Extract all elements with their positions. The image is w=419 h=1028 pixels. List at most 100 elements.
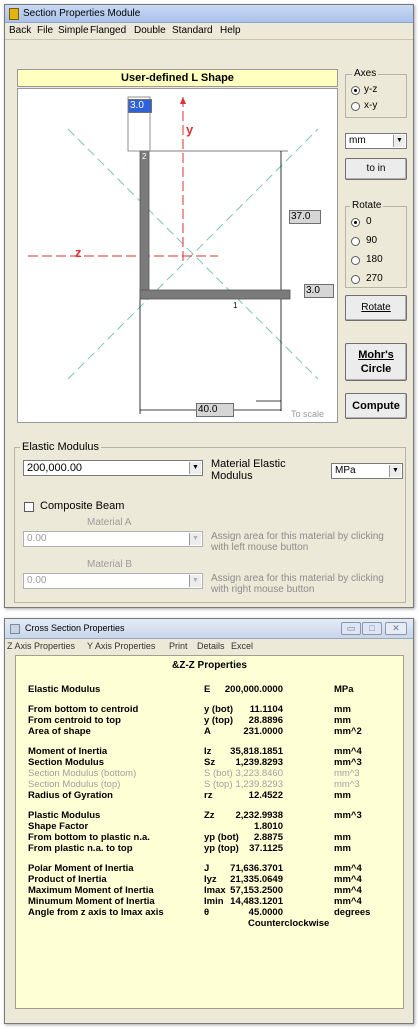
material-b-hint: Assign area for this material by clickin… xyxy=(211,573,384,595)
rotate-radio-270[interactable] xyxy=(351,275,360,284)
property-row: Shape Factor 1.8010 xyxy=(16,821,403,832)
cross-section-properties-window: Cross Section Properties ▭ □ ✕ Z Axis Pr… xyxy=(4,618,414,1024)
elastic-modulus-select[interactable]: 200,000.00 ▼ xyxy=(23,460,203,476)
menu-help[interactable]: Help xyxy=(220,25,241,36)
shape-drawing xyxy=(28,96,319,414)
material-b-hint-line1: Assign area for this material by clickin… xyxy=(211,573,384,584)
shape-canvas[interactable]: 3.0 y z 2 1 37.0 3.0 40.0 To scale xyxy=(17,88,338,423)
compute-button[interactable]: Compute xyxy=(345,393,407,419)
property-unit: mm xyxy=(334,704,351,715)
property-name: Shape Factor xyxy=(28,821,89,832)
chevron-down-icon: ▼ xyxy=(393,135,405,147)
rotate-radio-0[interactable] xyxy=(351,218,360,227)
property-name: From bottom to centroid xyxy=(28,704,139,715)
property-row: Moment of Inertia Iz 35,818.1851 mm^4 xyxy=(16,746,403,757)
material-a-hint-line1: Assign area for this material by clickin… xyxy=(211,531,384,542)
material-a-label: Material A xyxy=(87,517,132,528)
property-value: 1.8010 xyxy=(253,821,283,832)
material-label-line1: Material Elastic xyxy=(211,458,286,470)
property-row: Section Modulus Sz 1,239.8293 mm^3 xyxy=(16,757,403,768)
menu-file[interactable]: File xyxy=(37,25,53,36)
material-a-value: 0.00 xyxy=(27,533,47,544)
property-symbol: Sz xyxy=(204,757,216,768)
axes-radio-yz[interactable] xyxy=(351,86,360,95)
composite-beam-label: Composite Beam xyxy=(40,500,125,512)
maximize-icon[interactable]: □ xyxy=(362,622,382,635)
property-value: 37.1125 xyxy=(249,843,283,854)
property-symbol: Iyz xyxy=(204,874,217,885)
axes-radio-xy[interactable] xyxy=(351,102,360,111)
property-unit: mm^4 xyxy=(334,896,362,907)
property-row: From centroid to top y (top) 28.8896 mm xyxy=(16,715,403,726)
menu-y-axis-properties[interactable]: Y Axis Properties xyxy=(87,641,155,651)
material-a-hint-line2: with left mouse button xyxy=(211,542,309,553)
property-unit: degrees xyxy=(334,907,371,918)
material-a-select[interactable]: 0.00 ▼ xyxy=(23,531,203,547)
property-name: Angle from z axis to Imax axis xyxy=(28,907,164,918)
property-name: Minumum Moment of Inertia xyxy=(28,896,155,907)
property-unit: mm^4 xyxy=(334,874,362,885)
property-symbol: E xyxy=(204,684,211,695)
corner-label-2: 2 xyxy=(142,152,147,161)
property-symbol: rz xyxy=(204,790,213,801)
height-field[interactable]: 37.0 xyxy=(289,210,321,224)
rotate-radio-180[interactable] xyxy=(351,256,360,265)
top-thickness-field[interactable]: 3.0 xyxy=(128,99,152,113)
rotate-option-180: 180 xyxy=(366,254,383,265)
rotate-option-90: 90 xyxy=(366,235,378,246)
menu-z-axis-properties[interactable]: Z Axis Properties xyxy=(7,641,75,651)
flange-thickness-field[interactable]: 3.0 xyxy=(304,284,334,298)
y-axis-arrow xyxy=(180,97,186,104)
width-field[interactable]: 40.0 xyxy=(196,403,234,417)
minimize-icon[interactable]: ▭ xyxy=(341,622,361,635)
section-properties-window: Section Properties Module Back File Simp… xyxy=(4,4,414,608)
axes-group xyxy=(345,74,407,118)
property-value: 28.8896 xyxy=(248,715,283,726)
mohrs-circle-label-line2: Circle xyxy=(360,363,392,375)
property-symbol: yp (top) xyxy=(204,843,239,854)
menu-print[interactable]: Print xyxy=(169,641,188,651)
property-row: Maximum Moment of Inertia Imax 57,153.2500… xyxy=(16,885,403,896)
property-unit: mm^2 xyxy=(334,726,362,737)
material-b-select[interactable]: 0.00 ▼ xyxy=(23,573,203,589)
property-symbol: Imax xyxy=(204,885,226,896)
property-unit: mm^4 xyxy=(334,863,362,874)
menu-excel[interactable]: Excel xyxy=(231,641,253,651)
property-unit: mm xyxy=(334,843,351,854)
property-row: Radius of Gyration rz 12.4522 mm xyxy=(16,790,403,801)
mohrs-circle-button[interactable]: Mohr's Circle xyxy=(345,343,407,381)
elastic-unit-value: MPa xyxy=(335,465,356,476)
rotate-button[interactable]: Rotate xyxy=(345,295,407,321)
angle-direction: Counterclockwise xyxy=(248,918,330,929)
property-name: Section Modulus (top) xyxy=(28,779,121,790)
to-in-button[interactable]: to in xyxy=(345,158,407,180)
menu-details[interactable]: Details xyxy=(197,641,225,651)
property-symbol: y (bot) xyxy=(204,704,234,715)
property-symbol: S (bot) xyxy=(204,768,233,779)
close-icon[interactable]: ✕ xyxy=(385,622,407,635)
window-icon xyxy=(10,624,20,634)
menu-simple[interactable]: Simple xyxy=(58,25,89,36)
property-row: Section Modulus (top) S (top) 1,239.8293 mm… xyxy=(16,779,403,790)
property-value: 57,153.2500 xyxy=(230,885,283,896)
menu-double[interactable]: Double xyxy=(134,25,166,36)
property-unit: mm^3 xyxy=(334,757,362,768)
menu-flanged[interactable]: Flanged xyxy=(90,25,126,36)
property-row: From plastic n.a. to top yp (top) 37.1125 m… xyxy=(16,843,403,854)
property-symbol: Iz xyxy=(204,746,212,757)
composite-beam-checkbox[interactable] xyxy=(24,502,34,512)
elastic-unit-select[interactable]: MPa ▼ xyxy=(331,463,403,479)
property-symbol: S (top) xyxy=(204,779,233,790)
window-title: Cross Section Properties xyxy=(25,623,125,633)
elastic-modulus-group-label: Elastic Modulus xyxy=(20,441,102,453)
menu-standard[interactable]: Standard xyxy=(172,25,213,36)
property-row: Elastic Modulus E 200,000.0000 MPa xyxy=(16,684,403,695)
property-name: Radius of Gyration xyxy=(28,790,113,801)
rotate-option-0: 0 xyxy=(366,216,372,227)
menu-back[interactable]: Back xyxy=(9,25,31,36)
units-select[interactable]: mm ▼ xyxy=(345,133,407,149)
property-name: Section Modulus (bottom) xyxy=(28,768,137,779)
property-symbol: y (top) xyxy=(204,715,234,726)
axes-option-yz: y-z xyxy=(364,84,378,95)
rotate-radio-90[interactable] xyxy=(351,237,360,246)
